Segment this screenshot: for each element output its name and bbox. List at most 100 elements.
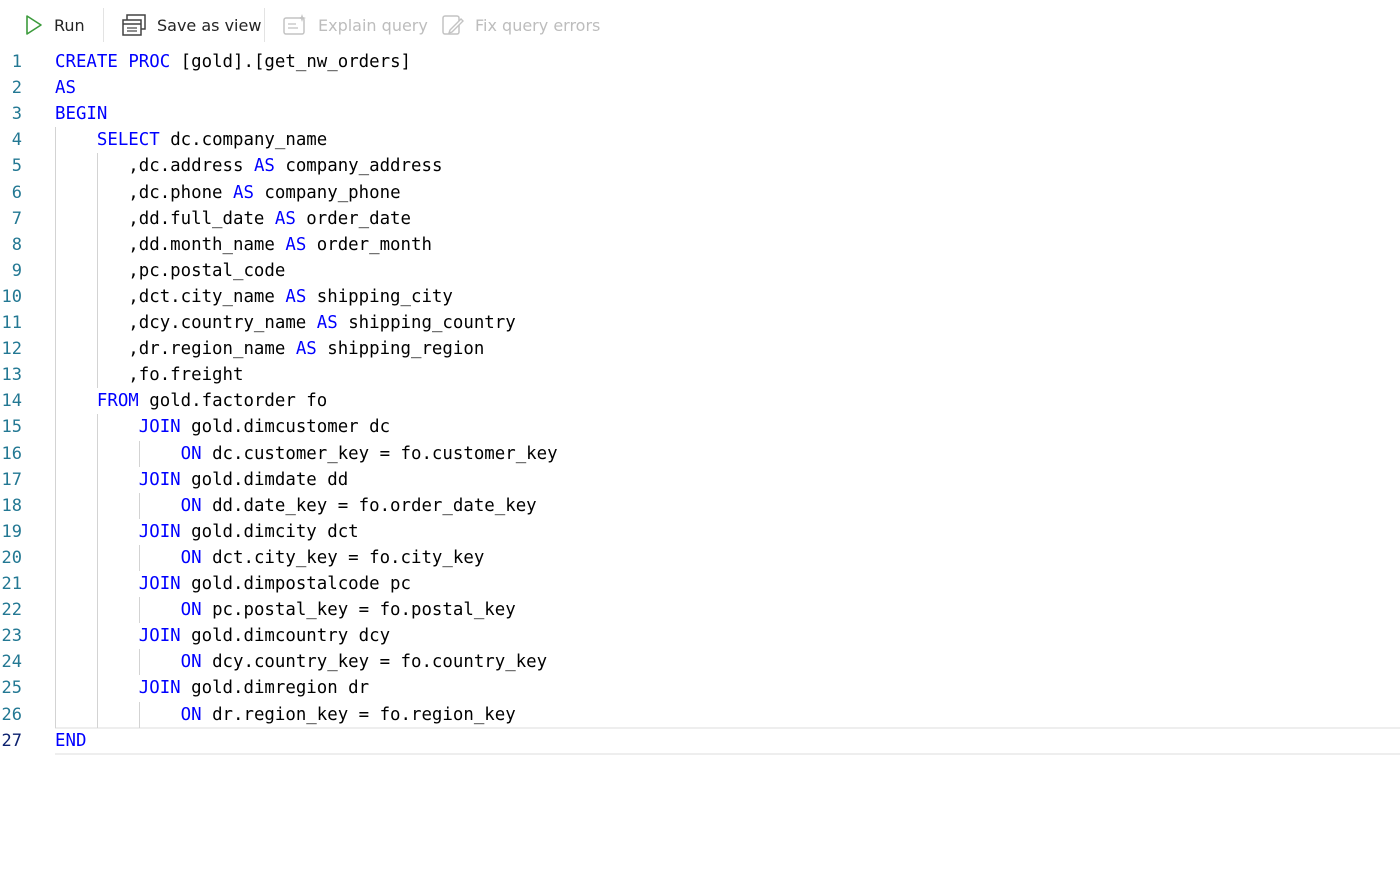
code-text: ,dd.month_name AS order_month (55, 232, 432, 258)
sql-text: gold.dimregion dr (180, 678, 370, 699)
code-line[interactable]: 21 JOIN gold.dimpostalcode pc (0, 571, 1400, 597)
sql-text: ,dct.city_name (55, 286, 286, 307)
sql-keyword: AS (274, 208, 296, 229)
toolbar-divider (103, 8, 104, 42)
code-line[interactable]: 23 JOIN gold.dimcountry dcy (0, 623, 1400, 649)
line-number: 12 (1, 339, 22, 360)
sql-keyword: ON (180, 547, 202, 568)
sql-text: gold.dimcity dct (180, 521, 359, 542)
explain-sparkle-icon (282, 13, 308, 37)
sql-keyword: ON (180, 600, 202, 621)
code-text: JOIN gold.dimdate dd (55, 467, 348, 493)
code-line[interactable]: 9 ,pc.postal_code (0, 258, 1400, 284)
code-line[interactable]: 6 ,dc.phone AS company_phone (0, 180, 1400, 206)
line-number: 5 (11, 156, 22, 177)
code-text: ON pc.postal_key = fo.postal_key (55, 597, 516, 623)
code-line[interactable]: 26 ON dr.region_key = fo.region_key (0, 702, 1400, 728)
code-line[interactable]: 2 AS (0, 75, 1400, 101)
sql-text: dct.city_key = fo.city_key (201, 547, 485, 568)
code-line[interactable]: 18 ON dd.date_key = fo.order_date_key (0, 493, 1400, 519)
code-text: ,dcy.country_name AS shipping_country (55, 310, 515, 336)
sql-text: ,dc.address (55, 156, 254, 177)
code-line[interactable]: 4 SELECT dc.company_name (0, 127, 1400, 153)
sql-text: pc.postal_key = fo.postal_key (201, 600, 516, 621)
line-number: 14 (1, 391, 22, 412)
save-as-view-button[interactable]: Save as view (121, 8, 261, 42)
line-number: 6 (11, 182, 22, 203)
sql-keyword: AS (55, 78, 76, 99)
sql-text: shipping_region (316, 339, 485, 360)
code-line[interactable]: 17 JOIN gold.dimdate dd (0, 467, 1400, 493)
sql-text: order_month (306, 234, 432, 255)
code-line[interactable]: 22 ON pc.postal_key = fo.postal_key (0, 597, 1400, 623)
sql-keyword: FROM (96, 391, 139, 412)
line-number: 17 (1, 469, 22, 490)
code-line[interactable]: 20 ON dct.city_key = fo.city_key (0, 545, 1400, 571)
code-line[interactable]: 1 CREATE PROC [gold].[get_nw_orders] (0, 49, 1400, 75)
line-number: 21 (1, 574, 22, 594)
code-line[interactable]: 12 ,dr.region_name AS shipping_region (0, 336, 1400, 362)
sql-text: gold.dimdate dd (180, 469, 349, 490)
line-number: 26 (1, 704, 22, 725)
code-line[interactable]: 7 ,dd.full_date AS order_date (0, 206, 1400, 232)
code-line[interactable]: 5 ,dc.address AS company_address (0, 153, 1400, 179)
sql-text: ,dr.region_name (55, 339, 296, 360)
code-line[interactable]: 10 ,dct.city_name AS shipping_city (0, 284, 1400, 310)
sql-keyword: JOIN (138, 521, 181, 542)
sql-text: ,dd.full_date (55, 208, 275, 229)
code-line[interactable]: 15 JOIN gold.dimcustomer dc (0, 414, 1400, 440)
code-line[interactable]: 16 ON dc.customer_key = fo.customer_key (0, 441, 1400, 467)
code-line[interactable]: 13 ,fo.freight (0, 362, 1400, 388)
sql-text: ,dd.month_name (55, 234, 286, 255)
code-text: ,dr.region_name AS shipping_region (55, 336, 484, 362)
sql-text: company_address (274, 156, 443, 177)
sql-code-editor[interactable]: 1 CREATE PROC [gold].[get_nw_orders] 2 AS 3 B… (0, 48, 1400, 768)
code-text: AS (55, 75, 76, 101)
code-text: JOIN gold.dimcustomer dc (55, 414, 390, 440)
sql-keyword: JOIN (138, 678, 181, 699)
sql-text: ,fo.freight (55, 365, 244, 386)
line-number: 19 (1, 521, 22, 542)
code-line[interactable]: 24 ON dcy.country_key = fo.country_key (0, 649, 1400, 675)
sql-keyword: AS (285, 286, 307, 307)
code-text: ,fo.freight (55, 362, 243, 388)
code-line[interactable]: 3 BEGIN (0, 101, 1400, 127)
code-line[interactable]: 19 JOIN gold.dimcity dct (0, 519, 1400, 545)
sql-keyword: AS (285, 234, 307, 255)
line-number: 3 (11, 104, 22, 125)
sql-keyword: AS (295, 339, 317, 360)
code-line[interactable]: 14 FROM gold.factorder fo (0, 388, 1400, 414)
sql-text: dcy.country_key = fo.country_key (201, 652, 548, 673)
code-line[interactable]: 8 ,dd.month_name AS order_month (0, 232, 1400, 258)
sql-keyword: JOIN (138, 417, 181, 438)
line-number: 23 (1, 626, 22, 647)
explain-query-button[interactable]: Explain query (282, 8, 428, 42)
code-text: ,dd.full_date AS order_date (55, 206, 411, 232)
sql-keyword: SELECT (96, 130, 160, 151)
code-text: ON dcy.country_key = fo.country_key (55, 649, 547, 675)
code-text: ,pc.postal_code (55, 258, 285, 284)
sql-text: gold.dimpostalcode pc (180, 574, 411, 594)
sql-text: [gold].[get_nw_orders] (170, 52, 412, 72)
sql-text: ,pc.postal_code (55, 260, 286, 281)
fix-query-errors-button[interactable]: Fix query errors (441, 8, 600, 42)
toolbar-divider (264, 8, 265, 42)
run-button[interactable]: Run (24, 8, 85, 42)
code-line[interactable]: 11 ,dcy.country_name AS shipping_country (0, 310, 1400, 336)
sql-keyword: JOIN (138, 469, 181, 490)
code-line[interactable]: 25 JOIN gold.dimregion dr (0, 675, 1400, 701)
code-line[interactable]: 27 END (0, 728, 1400, 754)
line-number: 27 (1, 730, 22, 751)
line-number: 22 (1, 600, 22, 621)
sql-text: dc.company_name (159, 130, 328, 151)
query-toolbar: Run Save as view Explain query Fix query… (0, 0, 1400, 50)
